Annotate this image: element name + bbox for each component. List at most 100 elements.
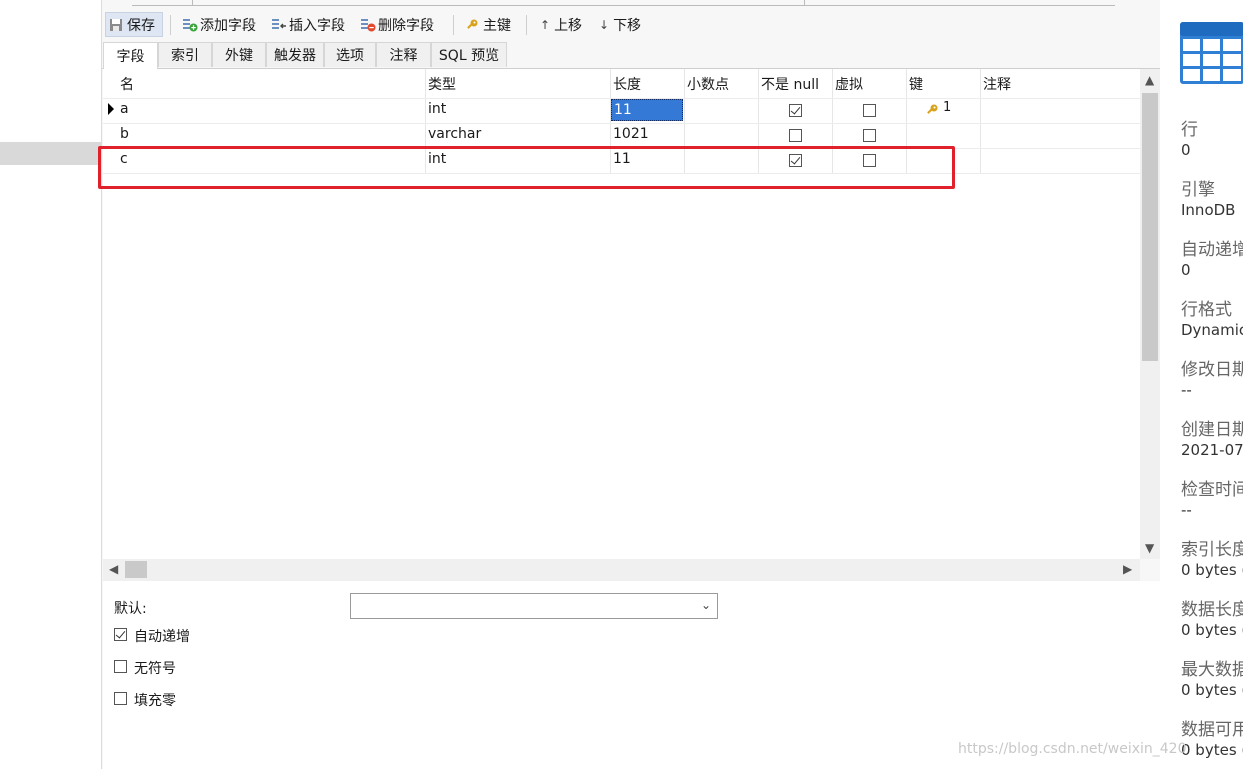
add-field-button[interactable]: 添加字段: [182, 12, 256, 37]
zerofill-checkbox[interactable]: [114, 692, 127, 705]
zerofill-label: 填充零: [134, 693, 176, 709]
info-value-data-length: 0 bytes (: [1181, 621, 1243, 639]
default-value-select[interactable]: ⌄: [350, 593, 718, 619]
unsigned-label: 无符号: [134, 661, 176, 677]
tab-sql-preview[interactable]: SQL 预览: [431, 42, 507, 67]
info-value-index-length: 0 bytes (: [1181, 561, 1243, 579]
insert-field-icon: [271, 18, 286, 32]
vertical-scroll-thumb[interactable]: [1142, 93, 1158, 361]
chevron-down-icon: ⌄: [700, 598, 711, 612]
left-navigation-strip: [0, 0, 101, 769]
delete-field-button[interactable]: 删除字段: [360, 12, 434, 37]
save-button[interactable]: 保存: [105, 12, 163, 37]
delete-field-label: 删除字段: [378, 17, 434, 34]
field-length-cell[interactable]: 1021: [613, 126, 649, 142]
unsigned-checkbox[interactable]: [114, 660, 127, 673]
field-length-cell-selected[interactable]: 11: [611, 99, 683, 121]
info-label-data-length: 数据长度: [1181, 600, 1243, 620]
fields-grid: 名 类型 长度 小数点 不是 null 虚拟 键 注释 a int 11 1 b…: [103, 69, 1140, 559]
add-field-label: 添加字段: [200, 17, 256, 34]
column-header-name[interactable]: 名: [120, 74, 134, 94]
save-icon: [109, 18, 123, 32]
selected-nav-item[interactable]: [0, 142, 101, 165]
tab-options[interactable]: 选项: [324, 42, 376, 67]
info-value-max-data: 0 bytes (: [1181, 681, 1243, 699]
virtual-checkbox[interactable]: [863, 129, 876, 142]
tab-triggers[interactable]: 触发器: [266, 42, 324, 67]
column-header-type[interactable]: 类型: [428, 74, 456, 94]
table-icon: [1180, 22, 1243, 88]
info-label-modified-date: 修改日期: [1181, 360, 1243, 380]
toolbar: 保存 添加字段 插入字段 删除字段 主键 ↑ 上移 ↓ 下移: [102, 10, 1161, 40]
field-name-cell[interactable]: a: [120, 101, 129, 117]
horizontal-scrollbar[interactable]: ◀ ▶: [103, 559, 1140, 581]
scroll-up-icon[interactable]: ▲: [1145, 73, 1154, 87]
insert-field-label: 插入字段: [289, 17, 345, 34]
column-header-virtual[interactable]: 虚拟: [835, 74, 863, 94]
scroll-down-icon[interactable]: ▼: [1145, 541, 1154, 555]
tab-fields[interactable]: 字段: [103, 42, 158, 69]
auto-increment-checkbox[interactable]: [114, 628, 127, 641]
vertical-scrollbar[interactable]: ▲ ▼: [1140, 69, 1160, 559]
info-label-rows: 行: [1181, 120, 1198, 140]
arrow-up-icon: ↑: [540, 17, 551, 32]
info-label-check-time: 检查时间: [1181, 480, 1243, 500]
horizontal-scroll-thumb[interactable]: [125, 561, 147, 578]
scroll-right-icon[interactable]: ▶: [1123, 562, 1132, 576]
info-label-engine: 引擎: [1181, 180, 1215, 200]
move-down-button[interactable]: ↓ 下移: [599, 12, 641, 37]
info-value-auto-increment: 0: [1181, 261, 1191, 279]
auto-increment-label: 自动递增: [134, 629, 190, 645]
grid-header-row: 名 类型 长度 小数点 不是 null 虚拟 键 注释: [103, 69, 1140, 99]
info-label-data-free: 数据可用: [1181, 720, 1243, 740]
watermark: https://blog.csdn.net/weixin_420: [958, 741, 1187, 757]
primary-key-label: 主键: [483, 17, 511, 34]
field-type-cell[interactable]: varchar: [428, 126, 481, 142]
info-label-created-date: 创建日期: [1181, 420, 1243, 440]
highlight-annotation-box: [98, 146, 955, 189]
table-info-panel: 行 0 引擎 InnoDB 自动递增 0 行格式 Dynamic 修改日期 --…: [1160, 0, 1243, 769]
tab-indexes[interactable]: 索引: [158, 42, 212, 67]
info-value-row-format: Dynamic: [1181, 321, 1243, 339]
arrow-down-icon: ↓: [599, 17, 610, 32]
info-value-engine: InnoDB: [1181, 201, 1236, 219]
info-value-created-date: 2021-07-: [1181, 441, 1243, 459]
field-name-cell[interactable]: b: [120, 126, 129, 142]
info-value-check-time: --: [1181, 501, 1192, 519]
top-tab-strip: [102, 0, 1161, 8]
info-value-data-free: 0 bytes (: [1181, 741, 1243, 759]
tab-foreign-keys[interactable]: 外键: [212, 42, 266, 67]
info-label-max-data: 最大数据: [1181, 660, 1243, 680]
info-label-index-length: 索引长度: [1181, 540, 1243, 560]
column-header-comment[interactable]: 注释: [983, 74, 1011, 94]
insert-field-button[interactable]: 插入字段: [271, 12, 345, 37]
key-icon: [925, 103, 939, 121]
not-null-checkbox[interactable]: [789, 104, 802, 117]
designer-tabs: 字段 索引 外键 触发器 选项 注释 SQL 预览: [102, 42, 1161, 69]
add-field-icon: [182, 18, 198, 32]
move-up-button[interactable]: ↑ 上移: [540, 12, 582, 37]
tab-comment[interactable]: 注释: [376, 42, 431, 67]
current-row-indicator-icon: [108, 103, 114, 115]
column-header-length[interactable]: 长度: [613, 74, 641, 94]
primary-key-button[interactable]: 主键: [465, 12, 511, 37]
scroll-left-icon[interactable]: ◀: [109, 562, 118, 576]
field-type-cell[interactable]: int: [428, 101, 446, 117]
table-row[interactable]: a int 11 1: [103, 98, 1140, 124]
column-header-not-null[interactable]: 不是 null: [761, 74, 819, 94]
delete-field-icon: [360, 18, 376, 32]
key-order: 1: [943, 100, 952, 115]
virtual-checkbox[interactable]: [863, 104, 876, 117]
not-null-checkbox[interactable]: [789, 129, 802, 142]
info-value-modified-date: --: [1181, 381, 1192, 399]
info-value-rows: 0: [1181, 141, 1191, 159]
column-header-decimals[interactable]: 小数点: [687, 74, 729, 94]
default-label: 默认:: [114, 601, 147, 617]
info-label-auto-increment: 自动递增: [1181, 240, 1243, 260]
save-label: 保存: [127, 17, 155, 34]
move-up-label: 上移: [554, 17, 583, 34]
info-label-row-format: 行格式: [1181, 300, 1232, 320]
move-down-label: 下移: [613, 17, 642, 34]
column-header-key[interactable]: 键: [909, 74, 923, 94]
table-designer: 保存 添加字段 插入字段 删除字段 主键 ↑ 上移 ↓ 下移 字段 索引 外键 …: [101, 0, 1161, 769]
